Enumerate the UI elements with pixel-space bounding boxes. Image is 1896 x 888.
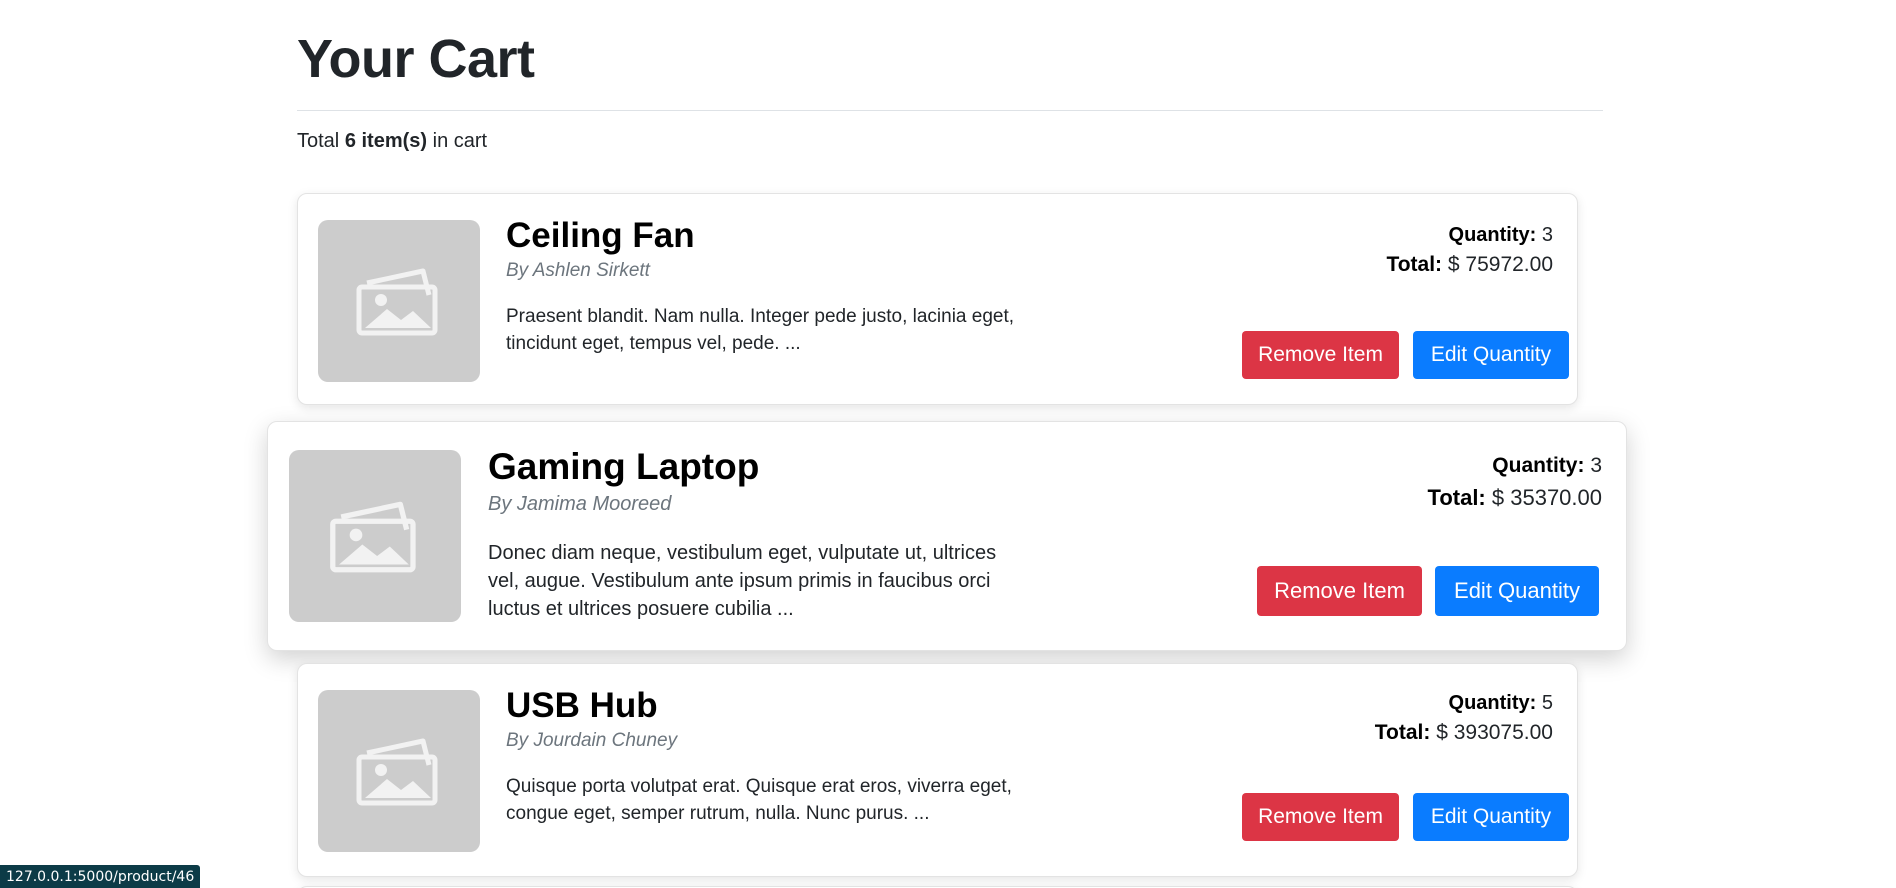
item-total: Total: $ 75972.00	[1386, 253, 1553, 277]
product-thumbnail[interactable]	[289, 450, 461, 622]
remove-item-button[interactable]: Remove Item	[1242, 793, 1399, 841]
image-placeholder-icon	[330, 501, 416, 573]
remove-item-button[interactable]: Remove Item	[1257, 566, 1422, 616]
quantity-value: 3	[1590, 454, 1602, 477]
item-quantity: Quantity: 3	[1492, 454, 1602, 478]
product-name[interactable]: USB Hub	[506, 686, 658, 726]
product-description: Quisque porta volutpat erat. Quisque era…	[506, 776, 1012, 824]
cart-summary: Total 6 item(s) in cart	[297, 130, 487, 153]
total-label: Total:	[1427, 485, 1486, 510]
item-quantity: Quantity: 3	[1449, 224, 1553, 247]
product-description: Praesent blandit. Nam nulla. Integer ped…	[506, 306, 1015, 354]
edit-quantity-button[interactable]: Edit Quantity	[1413, 331, 1569, 379]
summary-count: 6 item(s)	[344, 130, 428, 152]
product-thumbnail[interactable]	[318, 690, 480, 852]
total-label: Total:	[1386, 253, 1443, 276]
cart-item-card: Gaming Laptop By Jamima Mooreed Donec di…	[267, 421, 1627, 651]
quantity-value: 5	[1541, 692, 1553, 714]
item-total: Total: $ 35370.00	[1428, 485, 1602, 511]
total-value: $ 35370.00	[1491, 485, 1602, 510]
link-status-bar: 127.0.0.1:5000/product/46	[0, 865, 201, 888]
item-quantity: Quantity: 5	[1449, 692, 1553, 715]
product-thumbnail[interactable]	[318, 220, 480, 382]
product-author: By Jourdain Chuney	[506, 730, 678, 751]
summary-suffix: in cart	[432, 130, 488, 152]
edit-quantity-button[interactable]: Edit Quantity	[1413, 793, 1569, 841]
product-name[interactable]: Gaming Laptop	[488, 446, 759, 488]
quantity-label: Quantity:	[1492, 454, 1585, 477]
image-placeholder-icon	[356, 268, 438, 336]
title-divider	[297, 110, 1603, 111]
total-label: Total:	[1374, 721, 1431, 744]
total-value: $ 75972.00	[1447, 253, 1553, 276]
product-author: By Ashlen Sirkett	[506, 260, 650, 281]
item-total: Total: $ 393075.00	[1375, 721, 1553, 745]
summary-prefix: Total	[297, 130, 340, 152]
cart-item-card: Ceiling Fan By Ashlen Sirkett Praesent b…	[297, 193, 1578, 405]
cart-item-card: USB Hub By Jourdain Chuney Quisque porta…	[297, 663, 1578, 877]
image-placeholder-icon	[356, 738, 438, 806]
product-name[interactable]: Ceiling Fan	[506, 216, 695, 256]
total-value: $ 393075.00	[1436, 721, 1553, 744]
quantity-value: 3	[1541, 224, 1553, 246]
quantity-label: Quantity:	[1448, 224, 1537, 246]
page-title: Your Cart	[297, 29, 535, 89]
quantity-label: Quantity:	[1448, 692, 1537, 714]
product-description: Donec diam neque, vestibulum eget, vulpu…	[488, 542, 997, 620]
edit-quantity-button[interactable]: Edit Quantity	[1435, 566, 1599, 616]
remove-item-button[interactable]: Remove Item	[1242, 331, 1399, 379]
cart-page: Your Cart Total 6 item(s) in cart Ceilin…	[0, 0, 1896, 888]
product-author: By Jamima Mooreed	[488, 493, 672, 515]
